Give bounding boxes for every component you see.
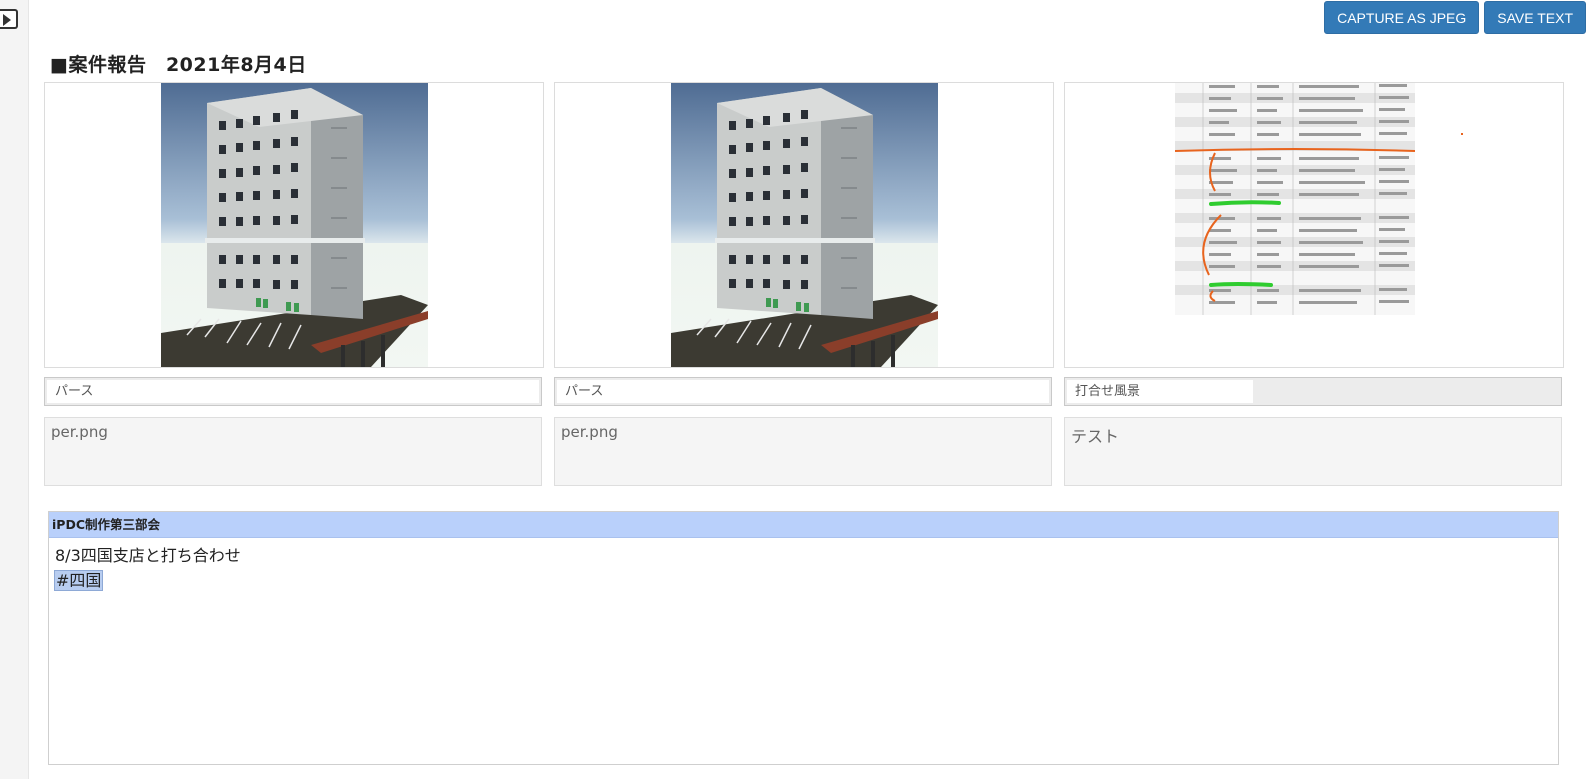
image-slot-3[interactable] (1064, 82, 1564, 368)
panel-line: 8/3四国支店と打ち合わせ (55, 546, 241, 565)
hashtag[interactable]: #四国 (53, 570, 104, 591)
note-textarea-3[interactable]: テスト (1064, 417, 1562, 486)
caption-text: 打合せ風景 (1075, 384, 1141, 399)
left-rail (0, 0, 29, 779)
building-render-image (671, 83, 938, 367)
play-icon[interactable] (0, 9, 18, 29)
capture-jpeg-button[interactable]: CAPTURE AS JPEG (1324, 1, 1480, 34)
caption-input-2[interactable]: パース (554, 377, 1052, 406)
panel-editor[interactable]: 8/3四国支店と打ち合わせ #四国 (49, 538, 1558, 593)
text-panel: iPDC制作第三部会 8/3四国支店と打ち合わせ #四国 (48, 511, 1559, 765)
note-textarea-1[interactable]: per.png (44, 417, 542, 486)
page-title: ■案件報告 2021年8月4日 (50, 54, 307, 76)
save-text-button[interactable]: SAVE TEXT (1484, 1, 1586, 34)
caption-fill (1253, 380, 1559, 403)
toolbar: CAPTURE AS JPEG SAVE TEXT (1324, 1, 1586, 34)
caption-input-3[interactable]: 打合せ風景 (1064, 377, 1562, 406)
note-textarea-2[interactable]: per.png (554, 417, 1052, 486)
annotated-spreadsheet-image (1175, 83, 1415, 315)
caption-input-1[interactable]: パース (44, 377, 542, 406)
image-slot-1[interactable] (44, 82, 544, 368)
panel-header: iPDC制作第三部会 (49, 512, 1558, 538)
building-render-image (161, 83, 428, 367)
image-slot-2[interactable] (554, 82, 1054, 368)
